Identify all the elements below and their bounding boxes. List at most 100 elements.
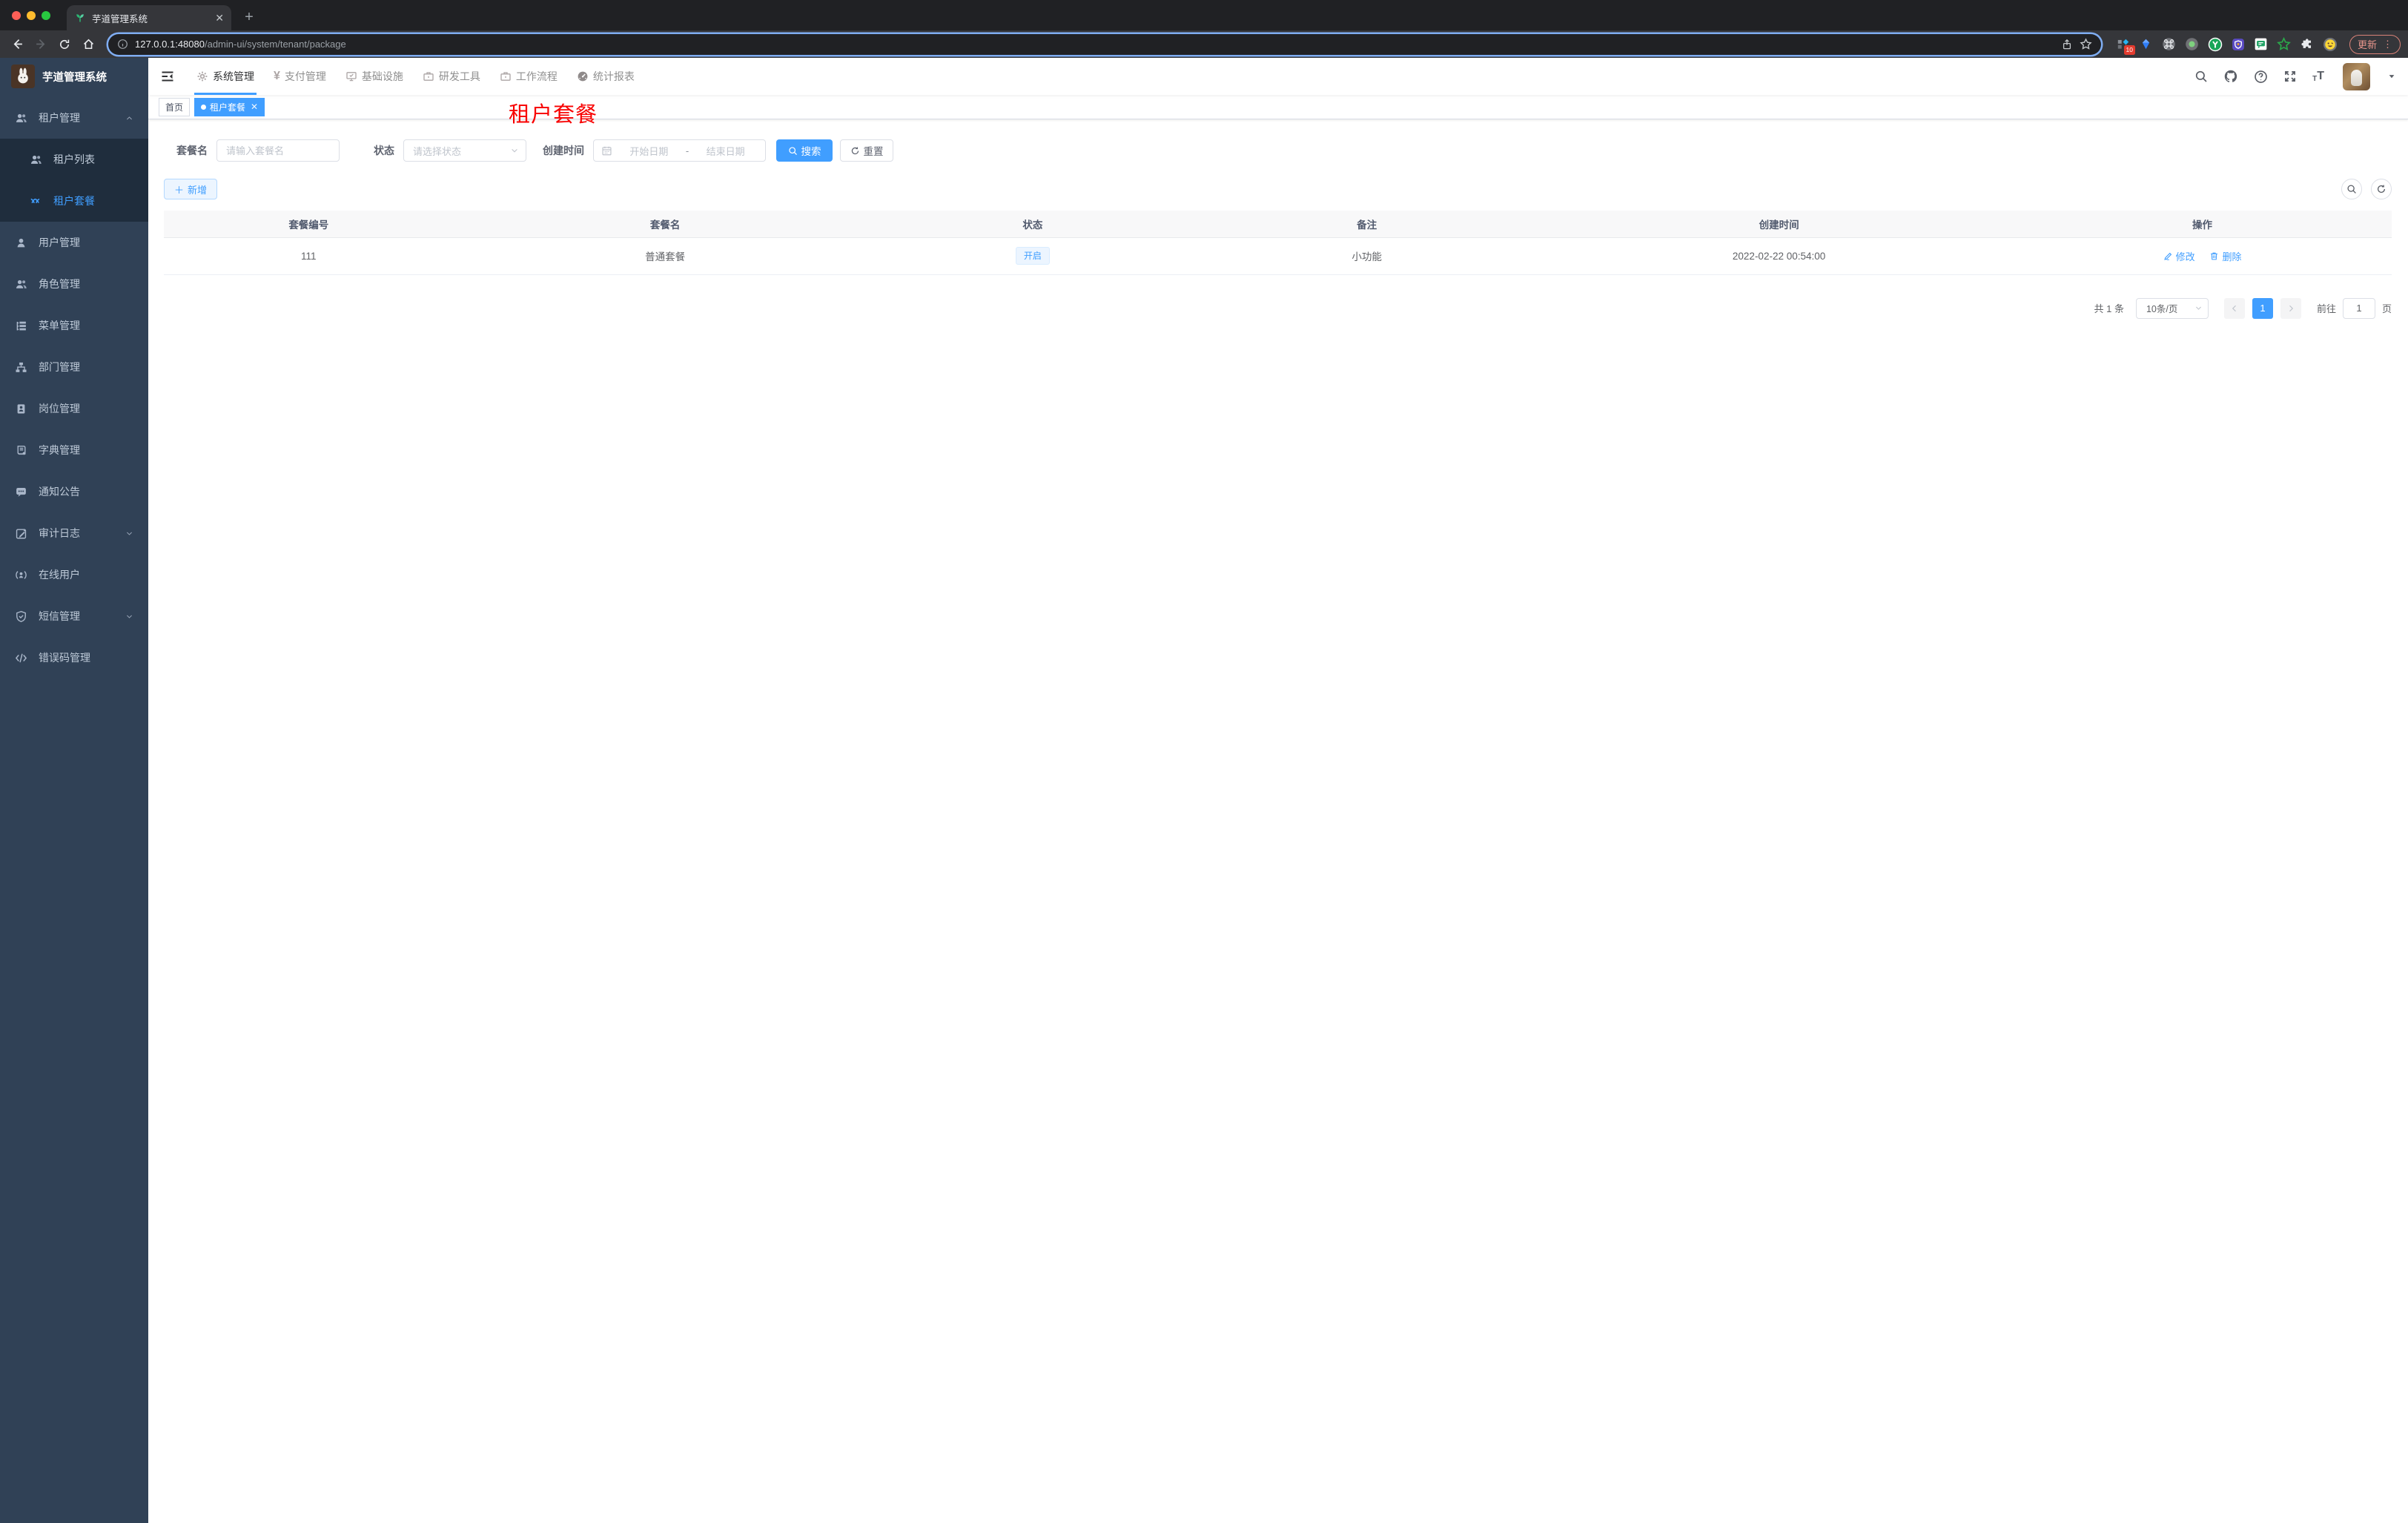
monitor-icon [346, 72, 357, 82]
extensions-puzzle-icon[interactable] [2300, 37, 2315, 52]
extension-shield-icon[interactable] [2231, 37, 2246, 52]
package-name-label: 套餐名 [176, 145, 208, 156]
extension-recorder-icon[interactable] [2185, 37, 2200, 52]
reload-button[interactable] [55, 35, 74, 54]
fullscreen-icon[interactable] [2283, 70, 2297, 83]
chevron-down-icon [512, 148, 517, 153]
delete-link[interactable]: 删除 [2209, 249, 2241, 263]
help-icon[interactable] [2254, 70, 2268, 84]
home-button[interactable] [79, 35, 98, 54]
search-icon[interactable] [2194, 70, 2208, 83]
table-header-row: 套餐编号 套餐名 状态 备注 创建时间 操作 [164, 211, 2392, 238]
sidebar-item-dept-management[interactable]: 部门管理 [0, 346, 148, 388]
close-window-button[interactable] [12, 11, 21, 20]
prev-page-button[interactable] [2223, 297, 2245, 319]
font-size-icon[interactable]: TT [2312, 70, 2324, 83]
pagination: 共 1 条 10条/页 1 前往 页 [164, 297, 2392, 319]
org-chart-icon [15, 361, 27, 373]
sidebar-item-label: 在线用户 [39, 569, 80, 581]
sidebar-item-tenant-list[interactable]: 租户列表 [0, 139, 148, 180]
add-button[interactable]: ＋ 新增 [164, 179, 218, 199]
chrome-update-button[interactable]: 更新 ⋮ [2349, 34, 2401, 54]
back-button[interactable] [7, 35, 27, 54]
current-page-button[interactable]: 1 [2252, 297, 2273, 319]
site-info-icon[interactable] [117, 39, 128, 50]
cell-package-id: 111 [164, 237, 454, 275]
nav-system-management[interactable]: 系统管理 [187, 58, 264, 95]
sidebar-item-label: 审计日志 [39, 527, 80, 539]
nav-infrastructure[interactable]: 基础设施 [336, 58, 413, 95]
caret-down-icon[interactable] [2387, 72, 2396, 81]
extension-y-icon[interactable] [2207, 36, 2223, 52]
sidebar-item-dict-management[interactable]: 字典管理 [0, 429, 148, 471]
page-size-select[interactable]: 10条/页 [2135, 297, 2209, 319]
github-icon[interactable] [2223, 69, 2238, 84]
header-actions: TT [2194, 62, 2396, 90]
nav-statistics-report[interactable]: 统计报表 [567, 58, 644, 95]
sidebar-item-audit-log[interactable]: 审计日志 [0, 512, 148, 554]
refresh-table-button[interactable] [2371, 179, 2392, 199]
sidebar-menu: 租户管理 租户列表 租户套餐 用户管理 角色管理 菜单管理 部门管理 岗位管理 … [0, 97, 148, 678]
cell-actions: 修改 删除 [2013, 237, 2392, 275]
nav-dev-tools[interactable]: 研发工具 [413, 58, 490, 95]
forward-button[interactable] [31, 35, 50, 54]
zoom-window-button[interactable] [42, 11, 50, 20]
edit-link[interactable]: 修改 [2163, 249, 2195, 263]
tab-close-icon[interactable]: ✕ [215, 13, 224, 23]
nav-payment-management[interactable]: ¥ 支付管理 [264, 58, 336, 95]
package-name-input[interactable] [216, 139, 340, 162]
status-select[interactable]: 请选择状态 [403, 139, 526, 162]
minimize-window-button[interactable] [27, 11, 36, 20]
sidebar-item-label: 租户列表 [53, 153, 95, 165]
sidebar-item-error-code[interactable]: 错误码管理 [0, 637, 148, 678]
sidebar-item-online-users[interactable]: 在线用户 [0, 554, 148, 595]
browser-menu-icon[interactable]: ⋮ [2383, 39, 2392, 50]
goto-page-input[interactable] [2342, 297, 2375, 319]
tag-close-icon[interactable]: ✕ [251, 102, 258, 112]
reset-button[interactable]: 重置 [840, 139, 893, 162]
package-table: 套餐编号 套餐名 状态 备注 创建时间 操作 111 普通套餐 开启 小功能 2… [164, 211, 2392, 275]
status-badge: 开启 [1015, 247, 1050, 265]
sidebar-item-sms-management[interactable]: 短信管理 [0, 595, 148, 637]
sidebar-item-post-management[interactable]: 岗位管理 [0, 388, 148, 429]
sidebar-collapse-icon[interactable] [160, 69, 175, 84]
extension-gem-icon[interactable] [2139, 37, 2154, 52]
sidebar-item-tenant-package[interactable]: 租户套餐 [0, 180, 148, 222]
create-time-range-picker[interactable]: 开始日期 - 结束日期 [593, 139, 766, 162]
extension-tabmanager-icon[interactable]: 10 [2116, 37, 2135, 55]
tag-tenant-package[interactable]: 租户套餐 ✕ [194, 97, 265, 116]
sidebar-item-notice[interactable]: 通知公告 [0, 471, 148, 512]
app-logo[interactable]: 芋道管理系统 [0, 58, 148, 95]
table-toolbar: ＋ 新增 [164, 179, 2392, 199]
chevron-down-icon [126, 531, 133, 535]
extension-chat-icon[interactable] [2254, 37, 2269, 52]
extension-command-icon[interactable] [2162, 37, 2177, 52]
users-icon [30, 155, 42, 164]
search-icon [788, 146, 797, 155]
end-date-placeholder[interactable]: 结束日期 [693, 144, 758, 158]
toggle-search-button[interactable] [2341, 179, 2362, 199]
profile-emoji-icon[interactable] [2323, 36, 2338, 52]
share-icon[interactable] [2061, 39, 2073, 50]
search-button[interactable]: 搜索 [776, 139, 833, 162]
extension-badge: 10 [2123, 45, 2135, 55]
sidebar-item-role-management[interactable]: 角色管理 [0, 263, 148, 305]
sidebar-item-menu-management[interactable]: 菜单管理 [0, 305, 148, 346]
cell-remark: 小功能 [1188, 237, 1546, 275]
bookmark-star-icon[interactable] [2080, 38, 2092, 50]
tag-home[interactable]: 首页 [159, 97, 191, 116]
next-page-button[interactable] [2280, 297, 2301, 319]
browser-tab[interactable]: 芋道管理系统 ✕ [67, 5, 231, 30]
nav-workflow[interactable]: 工作流程 [490, 58, 567, 95]
sidebar-item-label: 菜单管理 [39, 320, 80, 331]
start-date-placeholder[interactable]: 开始日期 [617, 144, 681, 158]
user-avatar[interactable] [2343, 62, 2370, 90]
address-bar[interactable]: 127.0.0.1:48080 /admin-ui/system/tenant/… [108, 33, 2101, 55]
sidebar-item-user-management[interactable]: 用户管理 [0, 222, 148, 263]
sidebar-item-label: 短信管理 [39, 610, 80, 622]
new-tab-button[interactable]: + [239, 7, 259, 27]
extension-star-icon[interactable] [2277, 37, 2292, 52]
sidebar-item-tenant-management[interactable]: 租户管理 [0, 97, 148, 139]
tree-list-icon [16, 320, 27, 331]
page-watermark: 租户套餐 [509, 103, 598, 127]
